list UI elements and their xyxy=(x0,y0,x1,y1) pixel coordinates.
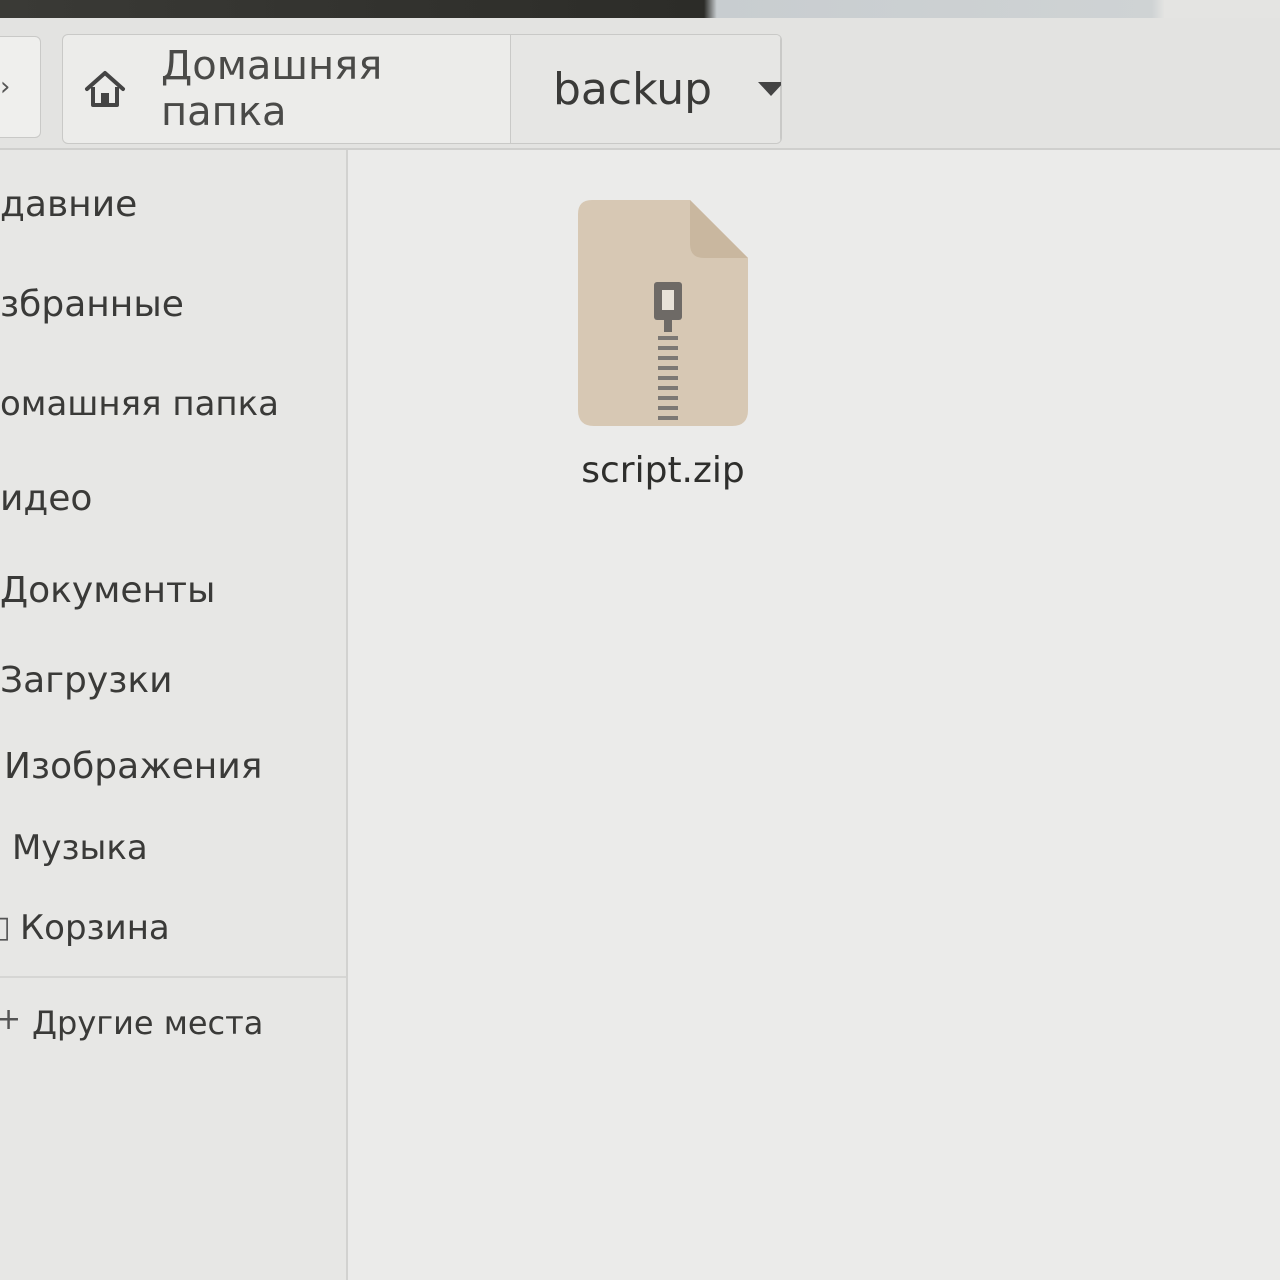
breadcrumb: Домашняя папка backup xyxy=(62,34,782,144)
home-icon xyxy=(83,69,127,109)
file-view[interactable]: script.zip xyxy=(348,150,1280,1280)
sidebar-item-pictures[interactable]: Изображения xyxy=(4,746,262,787)
sidebar-item-documents[interactable]: Документы xyxy=(0,570,215,611)
breadcrumb-home[interactable]: Домашняя папка xyxy=(63,35,511,143)
header-bar: › Домашняя папка backup xyxy=(0,18,1280,150)
zip-archive-icon xyxy=(578,200,748,430)
breadcrumb-current[interactable]: backup xyxy=(511,35,781,143)
file-name: script.zip xyxy=(581,450,745,491)
sidebar-item-trash[interactable]: Корзина xyxy=(20,908,170,948)
trash-icon: ▯ xyxy=(0,910,11,945)
sidebar: давние збранные омашняя папка идео Докум… xyxy=(0,150,348,1280)
sidebar-item-other-places[interactable]: Другие места xyxy=(32,1004,263,1042)
plus-icon: + xyxy=(0,1002,22,1037)
sidebar-item-recent[interactable]: давние xyxy=(0,184,137,225)
file-item[interactable]: script.zip xyxy=(578,200,748,491)
sidebar-item-starred[interactable]: збранные xyxy=(0,284,184,325)
chevron-down-icon[interactable] xyxy=(758,82,781,96)
sidebar-item-downloads[interactable]: Загрузки xyxy=(0,660,173,701)
file-manager-window: ← › Домашняя папка backup давние з xyxy=(0,0,1280,1280)
sidebar-item-music[interactable]: Музыка xyxy=(12,828,148,868)
top-bezel-strip xyxy=(0,0,1280,18)
forward-button[interactable]: › xyxy=(0,36,41,138)
sidebar-item-home[interactable]: омашняя папка xyxy=(0,384,279,424)
sidebar-divider xyxy=(0,976,346,978)
breadcrumb-home-label: Домашняя папка xyxy=(161,43,383,135)
breadcrumb-current-label: backup xyxy=(553,63,713,115)
sidebar-item-videos[interactable]: идео xyxy=(0,478,92,519)
